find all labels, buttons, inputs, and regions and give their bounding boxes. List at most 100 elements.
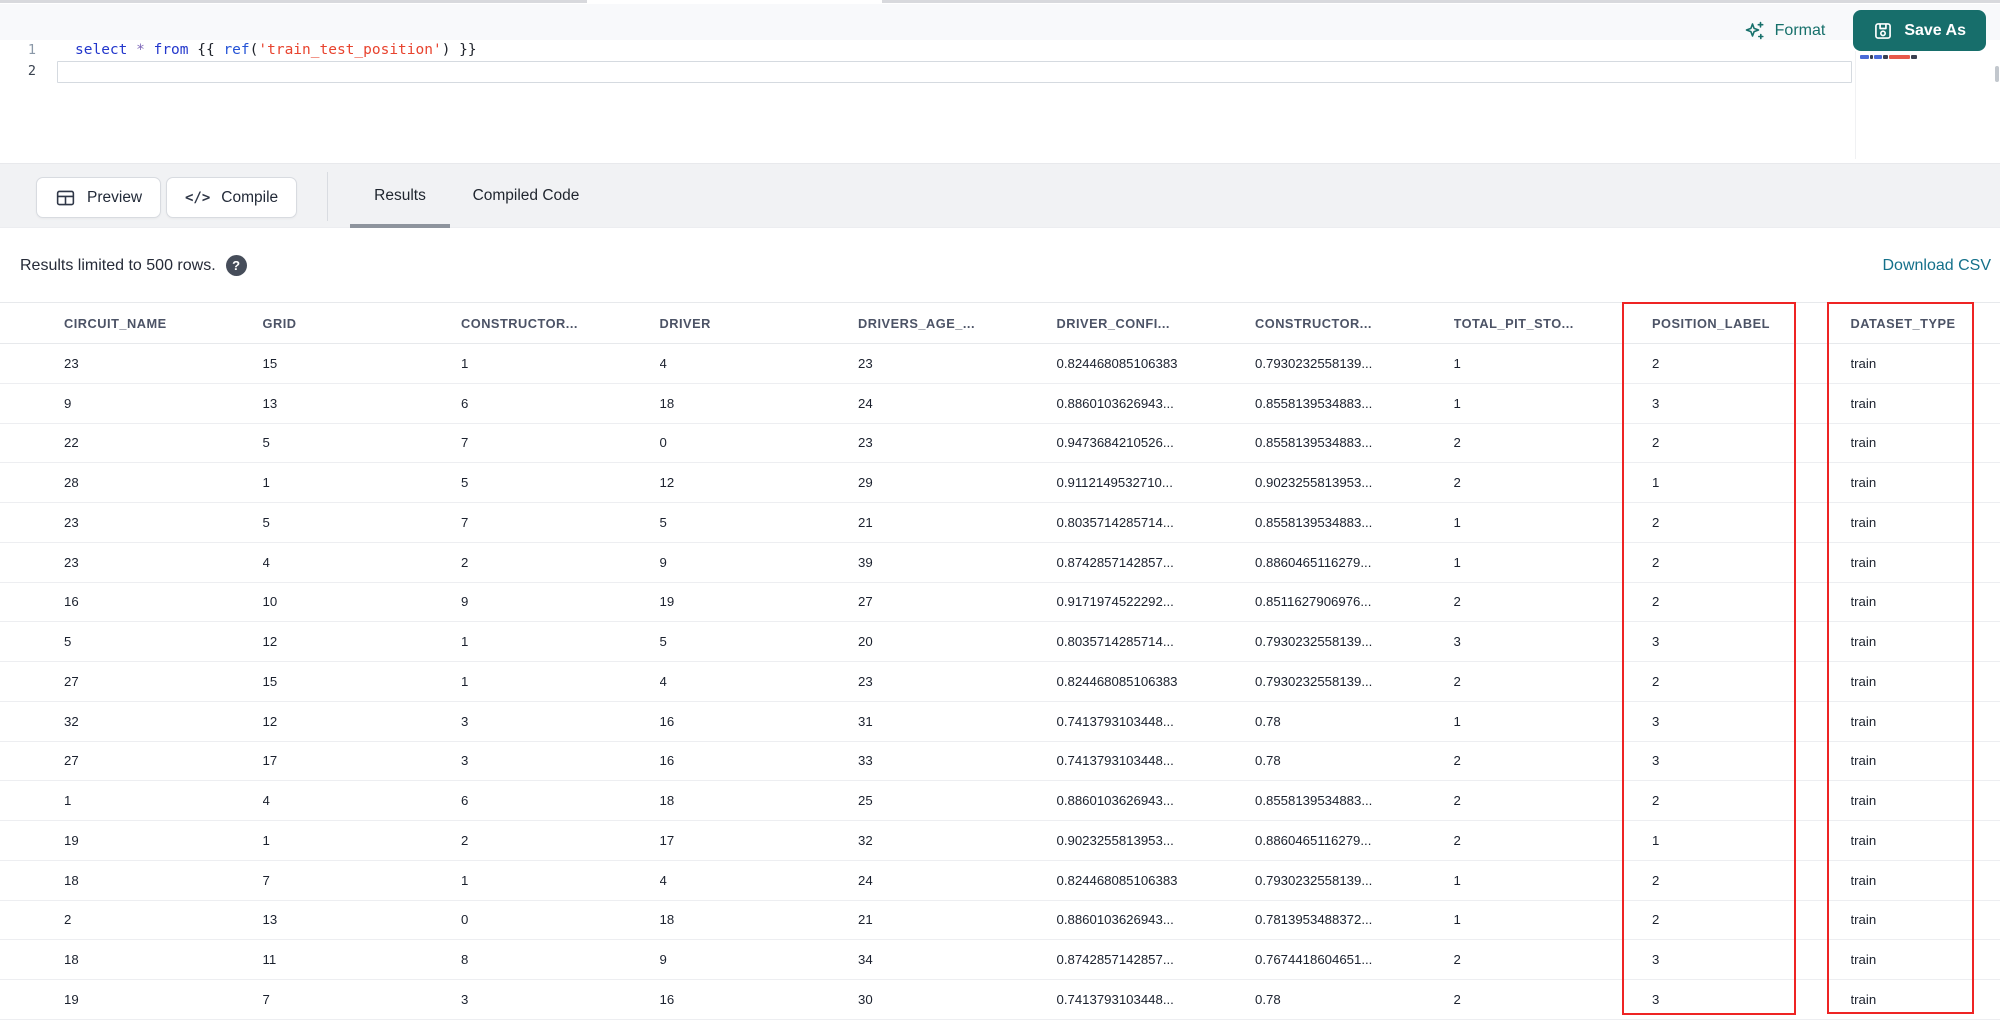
download-csv-link[interactable]: Download CSV <box>1883 229 1992 302</box>
column-header-total_pit_sto: TOTAL_PIT_STO... <box>1453 315 1574 331</box>
code-token: }} <box>450 42 477 58</box>
table-cell: 3 <box>1652 952 1660 968</box>
table-cell: 29 <box>858 475 873 491</box>
table-cell: 19 <box>64 991 79 1007</box>
sql-code-editor[interactable]: 1 2 select * from {{ ref('train_test_pos… <box>0 4 2000 163</box>
table-row: 1 4 6 18 25 0.8860103626943... 0.8558139534883… <box>0 781 2000 821</box>
table-cell: train <box>1850 475 1877 491</box>
table-cell: 25 <box>858 793 873 809</box>
table-cell: train <box>1850 594 1877 610</box>
table-cell: 6 <box>461 793 469 809</box>
table-cell: 3 <box>1453 634 1461 650</box>
table-cell: 0.8558139534883... <box>1255 793 1373 809</box>
table-cell: 2 <box>1652 793 1660 809</box>
table-cell: 8 <box>461 952 469 968</box>
save-as-label: Save As <box>1904 21 1966 39</box>
format-button[interactable]: Format <box>1744 20 1825 42</box>
table-cell: 24 <box>858 872 873 888</box>
table-cell: 0.9473684210526... <box>1056 435 1174 451</box>
results-info-bar: Results limited to 500 rows. ? Download … <box>0 229 2000 302</box>
code-token: * <box>136 42 145 58</box>
table-cell: train <box>1850 673 1877 689</box>
table-cell: 0.7930232558139... <box>1255 872 1373 888</box>
table-cell: 33 <box>858 753 873 769</box>
editor-minimap <box>1855 51 1997 159</box>
table-cell: 0.7930232558139... <box>1255 355 1373 371</box>
compile-button[interactable]: </> Compile <box>166 177 298 218</box>
table-cell: 4 <box>262 793 270 809</box>
table-cell: 30 <box>858 991 873 1007</box>
table-cell: 3 <box>461 713 469 729</box>
table-cell: 27 <box>64 753 79 769</box>
table-cell: train <box>1850 435 1877 451</box>
code-token: 'train_test_position' <box>258 42 442 58</box>
column-header-drivers_age_: DRIVERS_AGE_... <box>858 315 976 331</box>
table-cell: 13 <box>262 395 278 411</box>
table-cell: 0.7674418604651... <box>1255 952 1373 968</box>
table-cell: train <box>1850 395 1877 411</box>
table-cell: 7 <box>461 514 469 530</box>
active-tab-underline <box>350 224 450 228</box>
table-cell: 12 <box>659 475 675 491</box>
table-cell: 4 <box>659 355 667 371</box>
table-icon <box>55 188 76 208</box>
table-row: 16 10 9 19 27 0.9171974522292... 0.85116279069… <box>0 582 2000 623</box>
table-cell: 23 <box>64 554 79 570</box>
table-cell: 2 <box>1453 991 1461 1007</box>
table-cell: 5 <box>262 514 270 530</box>
table-cell: 1 <box>1453 355 1461 371</box>
table-cell: 24 <box>858 395 873 411</box>
table-cell: train <box>1850 793 1877 809</box>
table-cell: train <box>1850 355 1877 371</box>
table-cell: 0 <box>461 912 469 928</box>
active-line-cursor-box[interactable] <box>57 61 1852 83</box>
tab-compiled-code[interactable]: Compiled Code <box>458 164 594 228</box>
code-line-sql[interactable]: select * from {{ ref('train_test_positio… <box>75 40 1850 61</box>
table-cell: 0.8035714285714... <box>1056 514 1174 530</box>
table-cell: 18 <box>64 952 79 968</box>
table-cell: 2 <box>1453 753 1461 769</box>
table-cell: 2 <box>1652 673 1660 689</box>
table-cell: 5 <box>262 435 270 451</box>
table-cell: 16 <box>659 713 675 729</box>
table-cell: 0.8860465116279... <box>1255 554 1372 570</box>
table-cell: 3 <box>461 753 469 769</box>
table-cell: 22 <box>64 435 79 451</box>
column-header-driver: DRIVER <box>659 315 711 331</box>
table-cell: 4 <box>659 673 667 689</box>
table-cell: 4 <box>659 872 667 888</box>
save-as-button[interactable]: Save As <box>1853 10 1986 51</box>
table-cell: 18 <box>659 395 675 411</box>
table-cell: 0.8742857142857... <box>1056 554 1174 570</box>
table-cell: 12 <box>262 634 278 650</box>
table-cell: 0.7413793103448... <box>1056 753 1174 769</box>
table-row: 23 15 1 4 23 0.824468085106383 0.7930232558139… <box>0 344 2000 384</box>
table-cell: 27 <box>64 673 79 689</box>
table-cell: 32 <box>64 713 79 729</box>
table-cell: 1 <box>64 793 72 809</box>
table-cell: 0.8860103626943... <box>1056 395 1174 411</box>
table-cell: 12 <box>262 713 278 729</box>
table-cell: train <box>1850 514 1877 530</box>
table-cell: 2 <box>1652 355 1660 371</box>
table-cell: 3 <box>1652 395 1660 411</box>
help-icon[interactable]: ? <box>225 255 247 276</box>
table-cell: train <box>1850 952 1877 968</box>
table-row: 5 12 1 5 20 0.8035714285714... 0.7930232558139… <box>0 622 2000 662</box>
table-cell: train <box>1850 912 1877 928</box>
table-cell: 3 <box>461 991 469 1007</box>
table-cell: 2 <box>1652 435 1660 451</box>
tab-results[interactable]: Results <box>348 164 452 228</box>
table-cell: 0.8860103626943... <box>1056 793 1174 809</box>
table-cell: 23 <box>858 673 873 689</box>
table-cell: 16 <box>659 753 675 769</box>
table-cell: 4 <box>262 554 270 570</box>
table-cell: 0.9171974522292... <box>1056 594 1174 610</box>
table-cell: 2 <box>1652 514 1660 530</box>
table-row: 9 13 6 18 24 0.8860103626943... 0.855813953488… <box>0 383 2000 424</box>
preview-button[interactable]: Preview <box>36 177 162 218</box>
table-row: 27 15 1 4 23 0.824468085106383 0.7930232558139… <box>0 662 2000 702</box>
table-cell: 2 <box>1453 832 1461 848</box>
editor-scrollbar[interactable] <box>1995 66 1999 82</box>
results-toolbar: Preview </> Compile Results Compiled Cod… <box>0 163 2000 228</box>
